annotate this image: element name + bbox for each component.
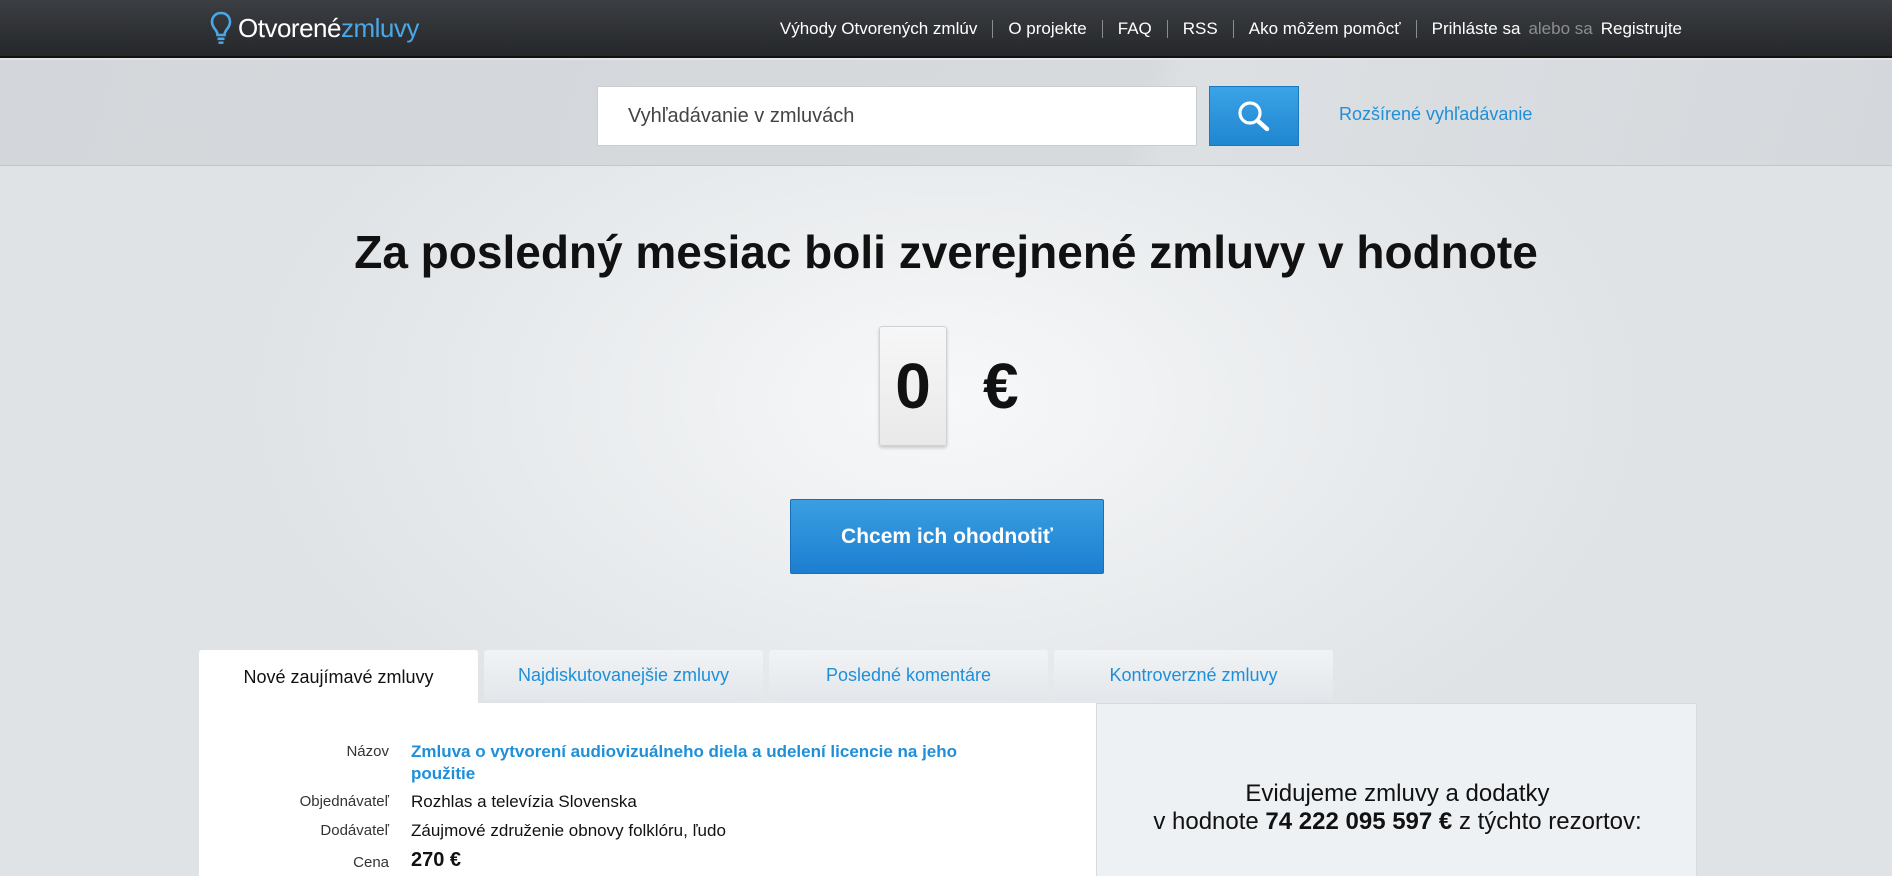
stats-prefix: v hodnote xyxy=(1153,808,1259,835)
nav-link-rss[interactable]: RSS xyxy=(1168,20,1234,38)
nav-link-help[interactable]: Ako môžem pomôcť xyxy=(1234,20,1417,38)
logo-text-accent: zmluvy xyxy=(340,13,419,43)
nav-link-benefits[interactable]: Výhody Otvorených zmlúv xyxy=(765,20,994,38)
nav-link-about[interactable]: O projekte xyxy=(993,20,1103,38)
top-navigation-bar: Otvorenézmluvy Výhody Otvorených zmlúv O… xyxy=(0,0,1892,58)
stats-line2: v hodnote 74 222 095 597 € z týchto rezo… xyxy=(1097,808,1698,836)
contract-tabs: Nové zaujímavé zmluvy Najdiskutovanejšie… xyxy=(199,650,1339,704)
counter-digit: 0 xyxy=(879,326,947,446)
supplier-label: Dodávateľ xyxy=(320,822,389,839)
stats-text: Evidujeme zmluvy a dodatky v hodnote 74 … xyxy=(1097,780,1698,836)
contract-supplier-row: Dodávateľ Záujmové združenie obnovy folk… xyxy=(199,820,1096,842)
price-value: 270 € xyxy=(411,849,462,871)
orderer-label: Objednávateľ xyxy=(299,793,389,810)
logo-text-primary: Otvorené xyxy=(238,13,341,43)
rate-contracts-button[interactable]: Chcem ich ohodnotiť xyxy=(790,499,1104,574)
contract-name-row: Názov Zmluva o vytvorení audiovizuálneho… xyxy=(199,741,1096,785)
contract-name-label: Názov xyxy=(346,743,389,760)
site-logo[interactable]: Otvorenézmluvy xyxy=(210,10,419,46)
value-counter: 0 € xyxy=(879,326,1019,446)
search-band: Rozšírené vyhľadávanie xyxy=(0,60,1892,166)
price-label: Cena xyxy=(353,854,389,871)
contract-name-line1: Zmluva o vytvorení audiovizuálneho diela… xyxy=(411,742,958,761)
supplier-value: Záujmové združenie obnovy folklóru, ľudo xyxy=(411,821,726,840)
advanced-search-link[interactable]: Rozšírené vyhľadávanie xyxy=(1339,104,1532,125)
stats-total-value: 74 222 095 597 € xyxy=(1265,808,1453,835)
search-icon xyxy=(1238,101,1270,132)
register-link[interactable]: Registrujte xyxy=(1601,19,1682,39)
tab-latest-comments[interactable]: Posledné komentáre xyxy=(769,650,1048,700)
currency-symbol: € xyxy=(983,350,1019,422)
contract-orderer-row: Objednávateľ Rozhlas a televízia Slovens… xyxy=(199,791,1096,813)
tab-most-discussed[interactable]: Najdiskutovanejšie zmluvy xyxy=(484,650,763,700)
lightbulb-icon xyxy=(210,11,232,44)
search-input[interactable] xyxy=(597,86,1197,146)
stats-suffix: z týchto rezortov: xyxy=(1458,808,1642,835)
login-link[interactable]: Prihláste sa xyxy=(1417,19,1521,39)
orderer-value: Rozhlas a televízia Slovenska xyxy=(411,792,637,811)
contract-name-line2: použitie xyxy=(411,764,476,783)
nav-link-faq[interactable]: FAQ xyxy=(1103,20,1168,38)
contract-price-row: Cena 270 € xyxy=(199,849,1096,871)
stats-line1: Evidujeme zmluvy a dodatky xyxy=(1245,780,1550,807)
tab-new-interesting[interactable]: Nové zaujímavé zmluvy xyxy=(199,650,478,704)
contract-card: Názov Zmluva o vytvorení audiovizuálneho… xyxy=(199,703,1096,876)
page-title: Za posledný mesiac boli zverejnené zmluv… xyxy=(354,226,1538,278)
nav-or-text: alebo sa xyxy=(1528,19,1593,38)
search-button[interactable] xyxy=(1209,86,1299,146)
main-nav: Výhody Otvorených zmlúv O projekte FAQ R… xyxy=(765,0,1682,58)
tab-controversial[interactable]: Kontroverzné zmluvy xyxy=(1054,650,1333,700)
contract-name-link[interactable]: Zmluva o vytvorení audiovizuálneho diela… xyxy=(411,741,1031,785)
stats-panel: Evidujeme zmluvy a dodatky v hodnote 74 … xyxy=(1096,703,1697,876)
